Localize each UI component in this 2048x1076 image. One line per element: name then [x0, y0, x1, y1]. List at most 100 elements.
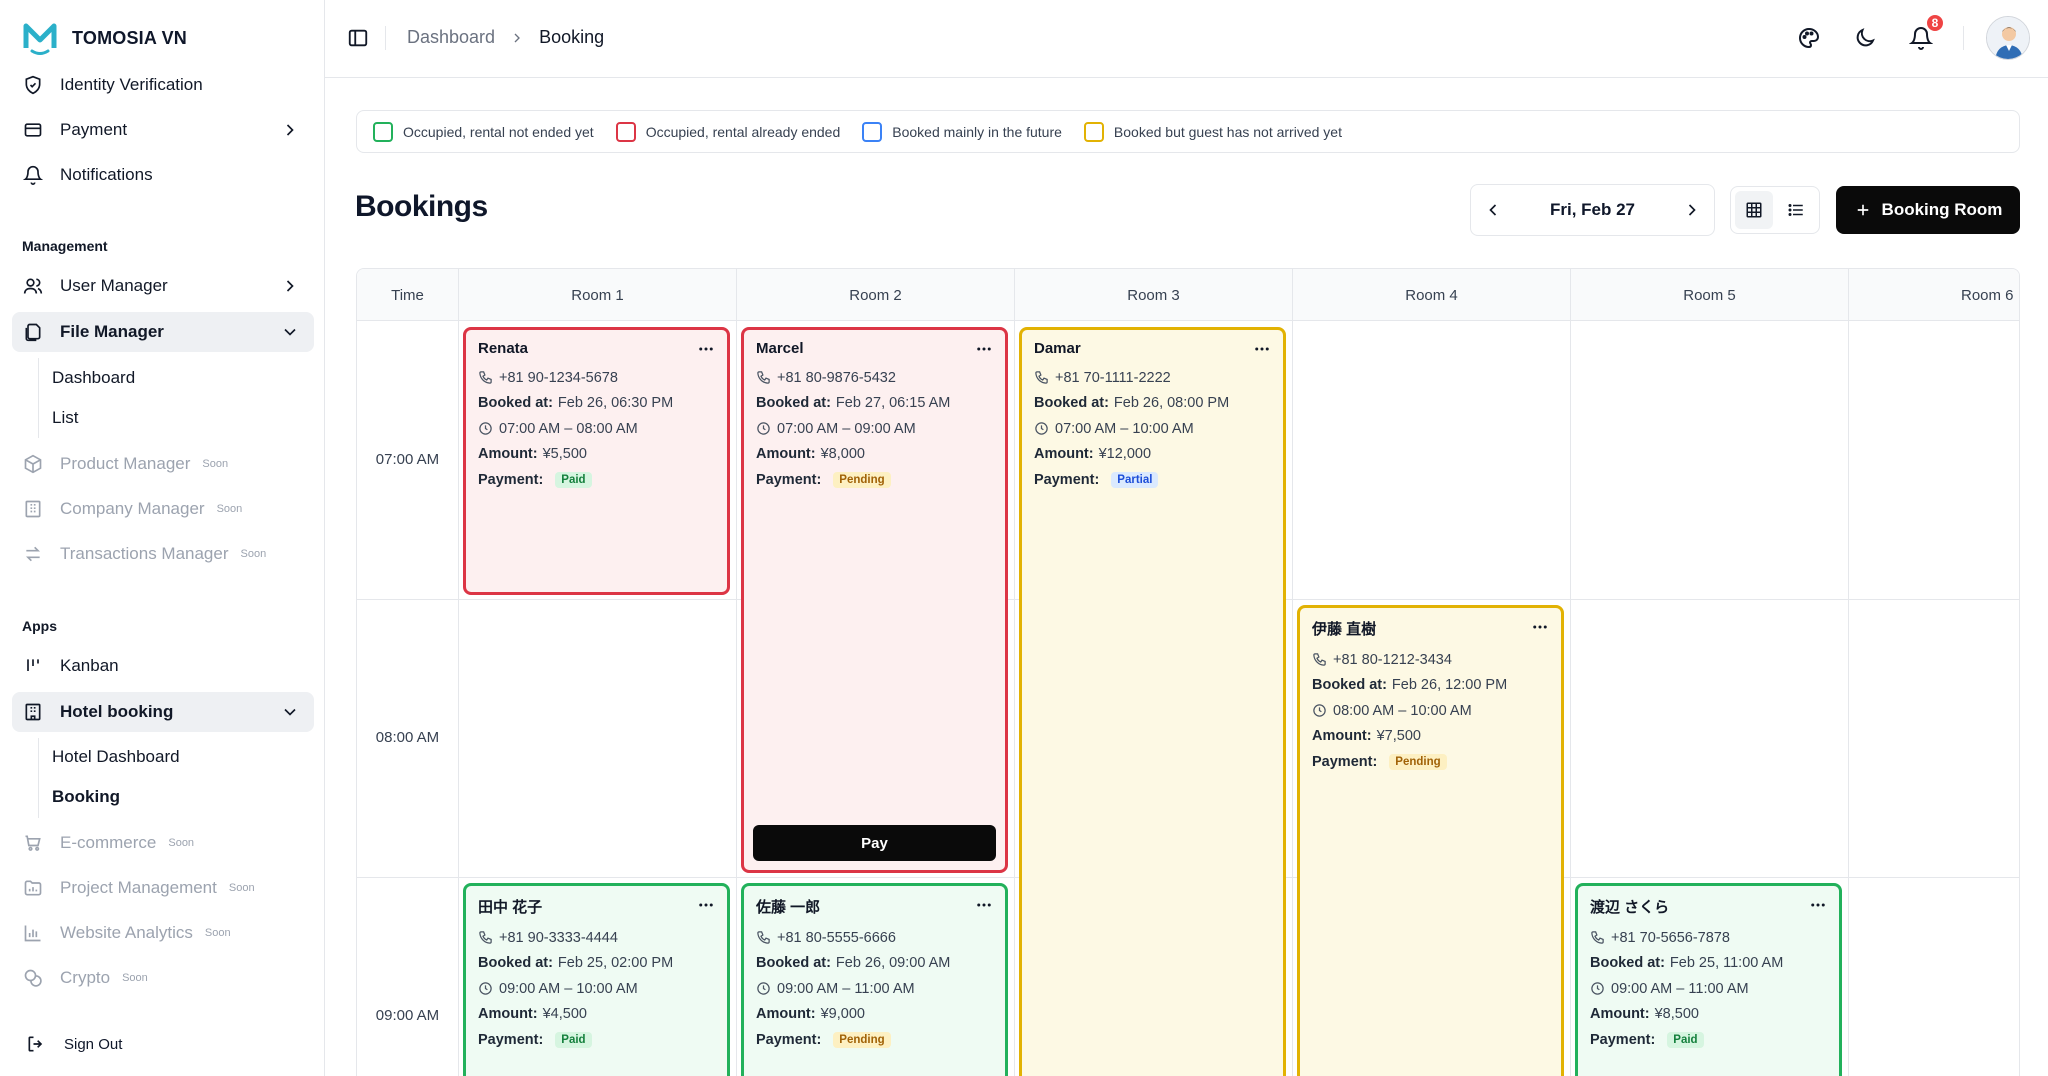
pay-button[interactable]: Pay — [753, 825, 996, 861]
sidebar-subitem-list[interactable]: List — [52, 408, 78, 428]
more-horizontal-icon[interactable] — [1809, 896, 1827, 914]
status-legend: Occupied, rental not ended yet Occupied,… — [356, 110, 2020, 153]
booking-card[interactable]: Marcel +81 80-9876-5432 Booked at: Feb 27… — [741, 327, 1008, 873]
sidebar-item-file-manager[interactable]: File Manager — [12, 312, 314, 352]
sidebar-item-product-manager[interactable]: Product Manager Soon — [12, 444, 314, 484]
booked-at-label: Booked at: — [1312, 677, 1387, 694]
folder-chart-icon — [22, 877, 44, 899]
current-date[interactable]: Fri, Feb 27 — [1550, 200, 1635, 220]
grid-line — [1292, 269, 1293, 1076]
avatar[interactable] — [1986, 16, 2030, 60]
more-horizontal-icon[interactable] — [1531, 618, 1549, 636]
bar-chart-icon — [22, 922, 44, 944]
palette-icon[interactable] — [1797, 26, 1821, 50]
time-label: 09:00 AM — [375, 1007, 440, 1024]
sidebar-item-hotel-booking[interactable]: Hotel booking — [12, 692, 314, 732]
list-view-button[interactable] — [1777, 191, 1815, 229]
booking-card[interactable]: Damar +81 70-1111-2222 Booked at: Feb 26,… — [1019, 327, 1286, 1076]
grid-line — [736, 269, 737, 1076]
logout-icon — [28, 1036, 43, 1052]
phone-icon — [757, 931, 770, 945]
sidebar-item-label: Company Manager — [60, 499, 205, 518]
sidebar-toggle-icon[interactable] — [347, 27, 369, 49]
payment-label: Payment: — [756, 1031, 822, 1048]
soon-badge: Soon — [240, 548, 267, 560]
guest-phone: +81 80-1212-3434 — [1333, 651, 1452, 668]
legend-item: Occupied, rental already ended — [615, 121, 840, 142]
booking-card[interactable]: Renata +81 90-1234-5678 Booked at: Feb 26… — [463, 327, 730, 595]
sidebar-item-transactions-manager[interactable]: Transactions Manager Soon — [12, 534, 314, 574]
phone-icon — [1591, 931, 1604, 945]
grid-view-button[interactable] — [1735, 191, 1773, 229]
sidebar-item-label: E-commerce — [60, 833, 157, 852]
booking-room-button[interactable]: Booking Room — [1836, 186, 2020, 234]
sign-out-button[interactable]: Sign Out — [26, 1034, 122, 1054]
booking-card[interactable]: 渡辺 さくら +81 70-5656-7878 Booked at: Feb 25… — [1575, 883, 1842, 1076]
chevron-right-icon[interactable] — [1682, 200, 1702, 220]
sidebar-item-project-management[interactable]: Project Management Soon — [12, 868, 314, 908]
more-horizontal-icon[interactable] — [697, 340, 715, 358]
guest-name: 伊藤 直樹 — [1312, 621, 1377, 638]
amount-label: Amount: — [1312, 728, 1372, 745]
sidebar-item-company-manager[interactable]: Company Manager Soon — [12, 489, 314, 529]
column-header-room: Room 1 — [571, 286, 624, 304]
more-horizontal-icon[interactable] — [975, 340, 993, 358]
brand[interactable]: TOMOSIA VN — [22, 18, 187, 58]
payment-status-badge: Paid — [1667, 1031, 1704, 1048]
submenu-line — [38, 358, 39, 438]
booking-card[interactable]: 伊藤 直樹 +81 80-1212-3434 Booked at: Feb 26,… — [1297, 605, 1564, 1076]
guest-name: 渡辺 さくら — [1590, 899, 1670, 916]
clock-icon — [1035, 422, 1048, 435]
time-label: 08:00 AM — [375, 729, 440, 746]
payment-status-badge: Paid — [555, 471, 592, 488]
sidebar-item-crypto[interactable]: Crypto Soon — [12, 958, 314, 998]
column-header-time: Time — [391, 286, 424, 304]
clock-icon — [1313, 704, 1326, 717]
submenu-line — [38, 738, 39, 818]
sidebar-subitem-dashboard[interactable]: Dashboard — [52, 368, 135, 388]
guest-name: 田中 花子 — [478, 899, 543, 916]
guest-phone: +81 70-5656-7878 — [1611, 929, 1730, 946]
time-label: 07:00 AM — [375, 451, 440, 468]
moon-icon[interactable] — [1853, 26, 1877, 50]
sidebar-item-identity-verification[interactable]: Identity Verification — [12, 65, 314, 105]
more-horizontal-icon[interactable] — [1253, 340, 1271, 358]
sidebar-item-notifications[interactable]: Notifications — [12, 155, 314, 195]
legend-label: Occupied, rental not ended yet — [403, 123, 594, 140]
sidebar-item-kanban[interactable]: Kanban — [12, 646, 314, 686]
page-title: Bookings — [355, 190, 488, 223]
booking-grid: Time Room 1 Room 2 Room 3 Room 4 Room 5 … — [356, 268, 2020, 1076]
grid-line — [1014, 269, 1015, 1076]
breadcrumb-dashboard[interactable]: Dashboard — [407, 27, 495, 48]
booked-at-value: Feb 27, 06:15 AM — [835, 395, 951, 412]
sidebar-item-payment[interactable]: Payment — [12, 110, 314, 150]
booking-card[interactable]: 田中 花子 +81 90-3333-4444 Booked at: Feb 25,… — [463, 883, 730, 1076]
sidebar-item-user-manager[interactable]: User Manager — [12, 266, 314, 306]
sidebar-subitem-hotel-dashboard[interactable]: Hotel Dashboard — [52, 747, 180, 767]
guest-name: Damar — [1034, 340, 1081, 357]
chevron-left-icon[interactable] — [1483, 200, 1503, 220]
sidebar-item-label: Transactions Manager — [60, 544, 229, 563]
breadcrumb-booking: Booking — [539, 27, 605, 47]
more-horizontal-icon[interactable] — [975, 896, 993, 914]
clock-icon — [1591, 982, 1604, 995]
hotel-icon — [22, 701, 44, 723]
sidebar-subitem-booking[interactable]: Booking — [52, 787, 120, 807]
booking-card[interactable]: 佐藤 一郎 +81 80-5555-6666 Booked at: Feb 26,… — [741, 883, 1008, 1076]
booking-time: 09:00 AM – 10:00 AM — [499, 980, 638, 997]
legend-swatch-yellow — [1083, 121, 1104, 142]
amount-label: Amount: — [1034, 446, 1094, 463]
amount-value: ¥4,500 — [542, 1006, 587, 1023]
more-horizontal-icon[interactable] — [697, 896, 715, 914]
guest-name: Renata — [478, 340, 529, 357]
sidebar-item-website-analytics[interactable]: Website Analytics Soon — [12, 913, 314, 953]
payment-label: Payment: — [1590, 1031, 1656, 1048]
brand-logo-icon — [22, 20, 58, 56]
booking-time: 07:00 AM – 08:00 AM — [499, 420, 638, 437]
sign-out-label: Sign Out — [64, 1035, 123, 1053]
booking-time: 09:00 AM – 11:00 AM — [777, 980, 915, 997]
column-header-room: Room 6 — [1961, 286, 2014, 304]
list-icon — [1788, 204, 1803, 216]
sidebar-item-ecommerce[interactable]: E-commerce Soon — [12, 823, 314, 863]
booked-at-label: Booked at: — [756, 395, 831, 412]
